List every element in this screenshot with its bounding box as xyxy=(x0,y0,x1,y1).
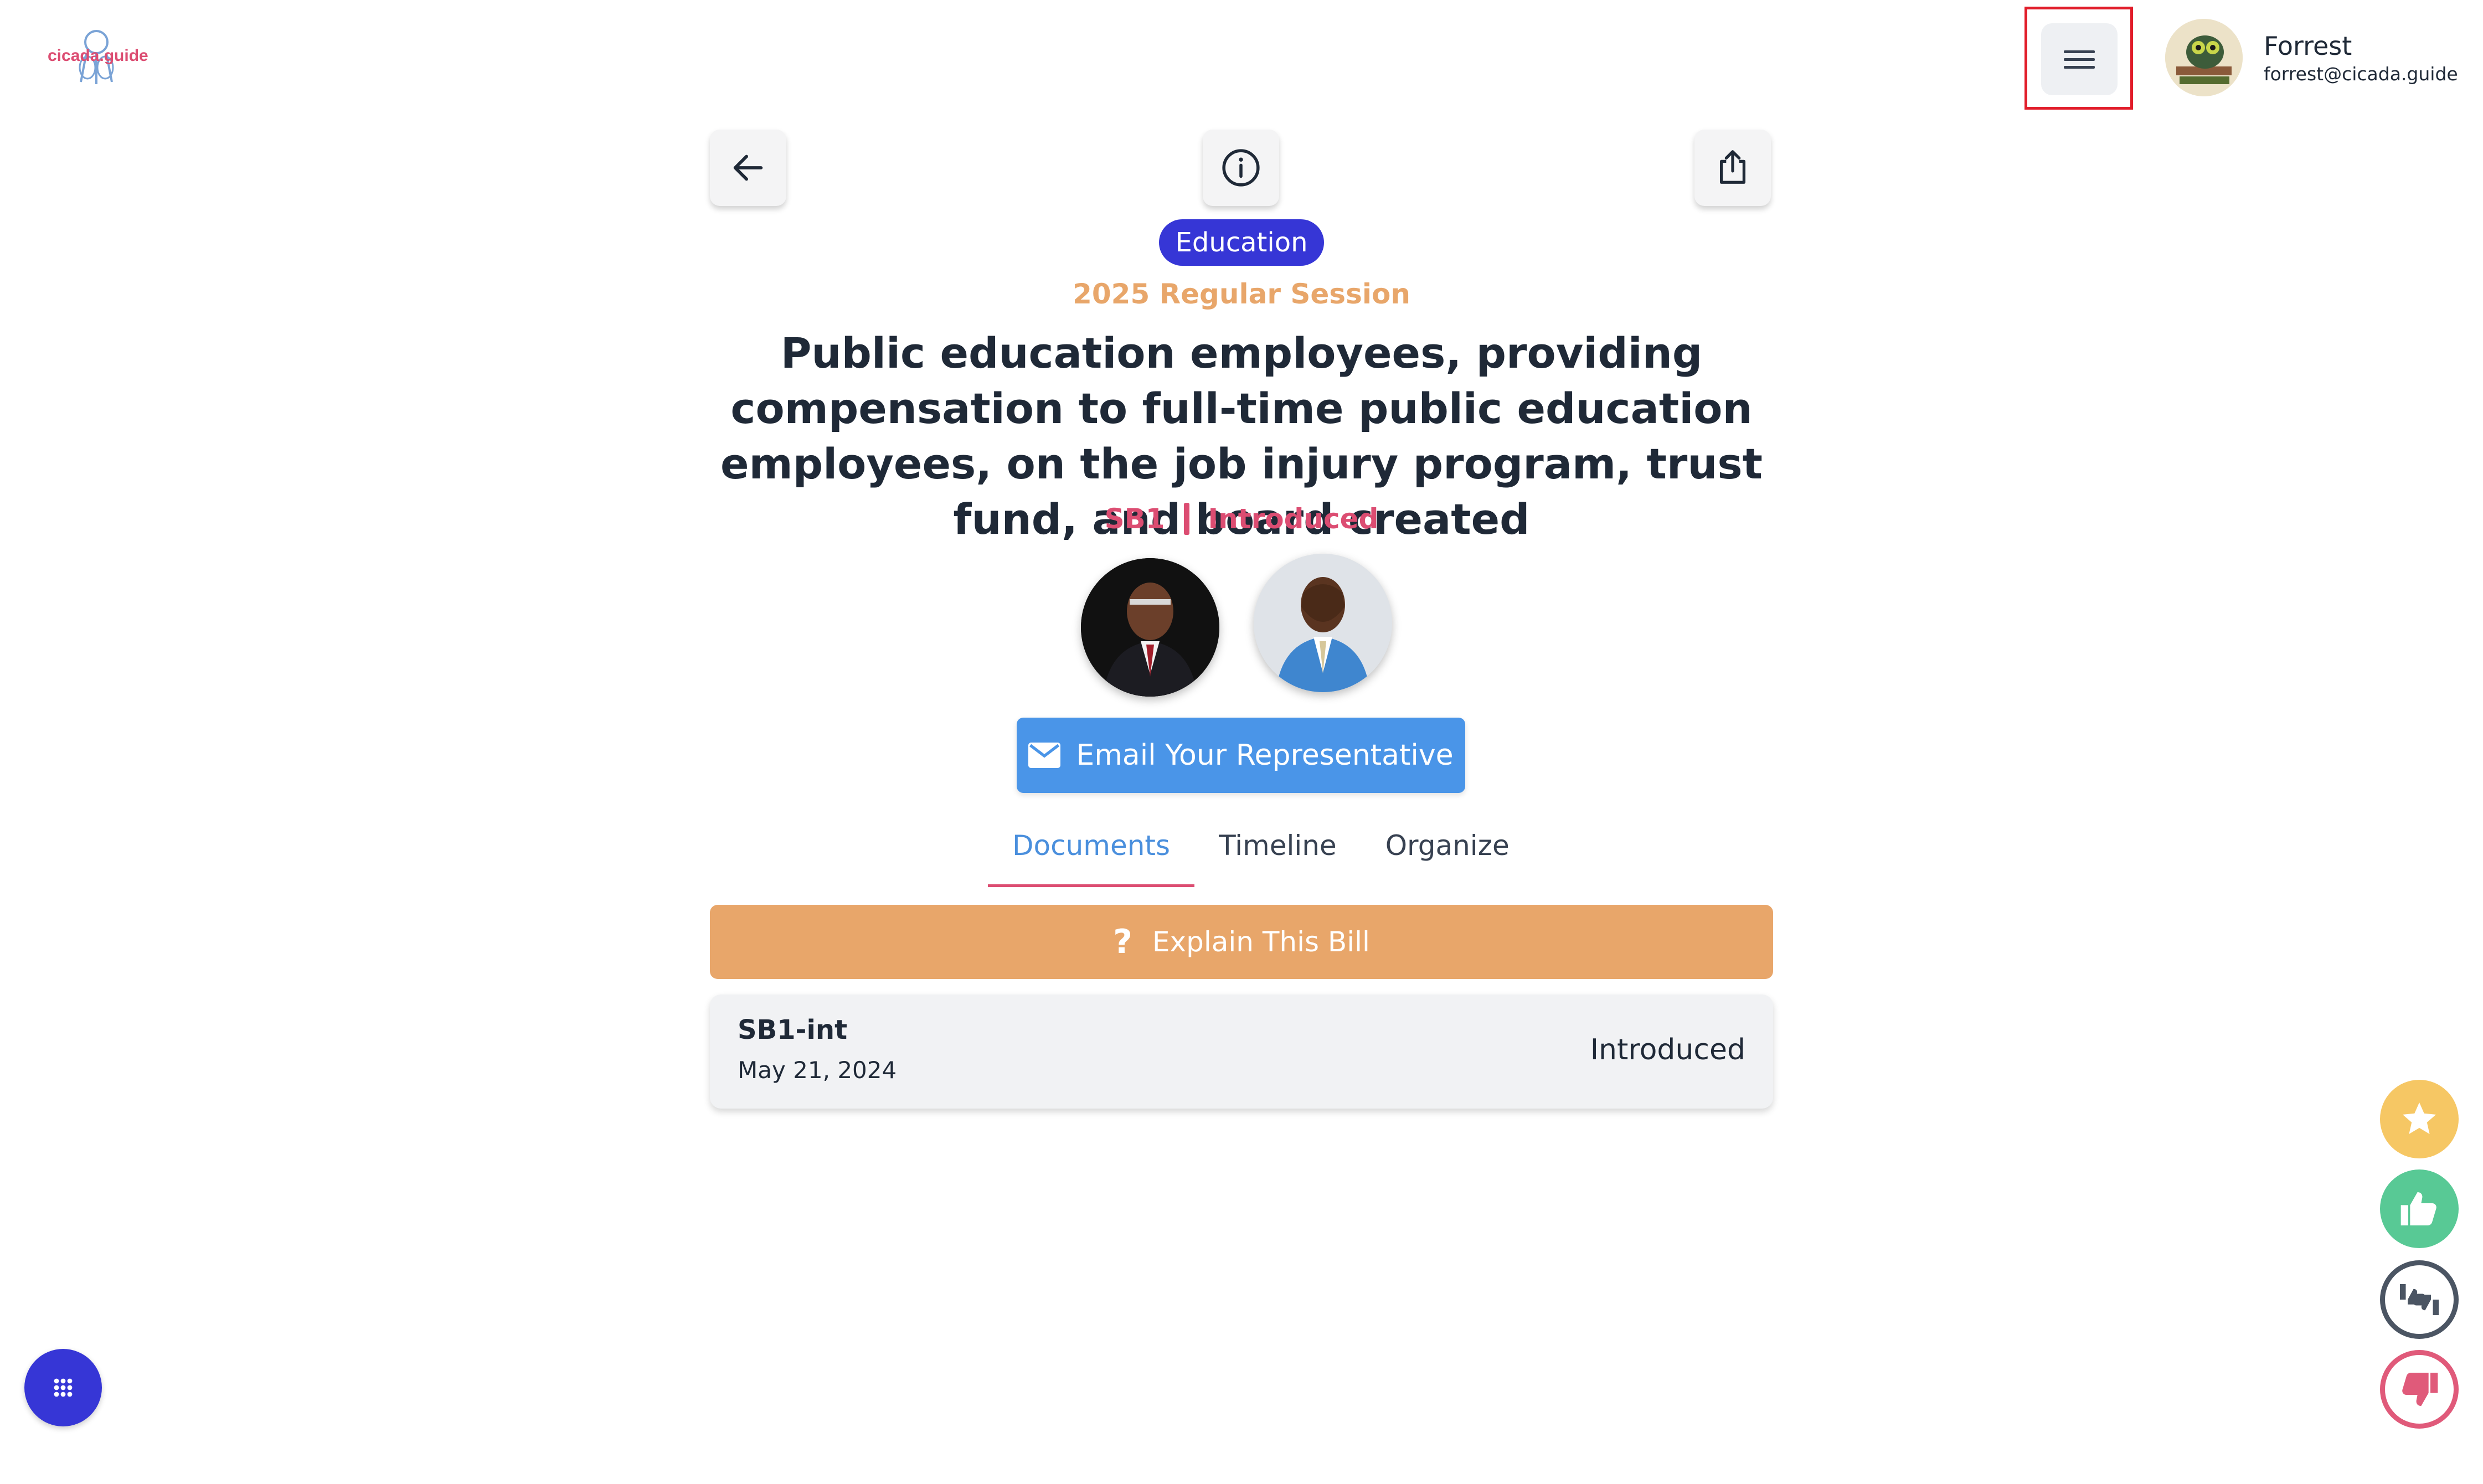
thumbs-mixed-icon xyxy=(2400,1284,2439,1315)
document-name: SB1-int xyxy=(738,1014,848,1045)
thumbs-up-button[interactable] xyxy=(2380,1169,2459,1248)
apps-grid-button[interactable] xyxy=(24,1349,102,1426)
user-email: forrest@cicada.guide xyxy=(2264,63,2458,85)
star-button[interactable] xyxy=(2380,1080,2459,1158)
email-representative-button[interactable]: Email Your Representative xyxy=(1017,718,1465,793)
bill-status: Introduced xyxy=(1208,503,1379,535)
thumbs-down-button[interactable] xyxy=(2380,1350,2459,1429)
tab-organize[interactable]: Organize xyxy=(1361,829,1534,887)
thumbs-down-icon xyxy=(2402,1373,2438,1406)
thumbs-mixed-button[interactable] xyxy=(2380,1260,2459,1339)
menu-button[interactable] xyxy=(2041,23,2118,95)
arrow-left-icon xyxy=(733,154,763,181)
document-card[interactable]: SB1-int May 21, 2024 Introduced xyxy=(710,995,1773,1109)
user-name: Forrest xyxy=(2264,31,2352,61)
email-button-label: Email Your Representative xyxy=(1076,739,1454,772)
document-date: May 21, 2024 xyxy=(738,1057,897,1084)
dots-grid-icon xyxy=(54,1378,73,1397)
mail-icon xyxy=(1028,743,1061,768)
tab-documents[interactable]: Documents xyxy=(988,829,1195,887)
category-badge[interactable]: Education xyxy=(1159,219,1324,266)
explain-label: Explain This Bill xyxy=(1152,926,1370,958)
share-icon xyxy=(1719,150,1746,184)
tab-bar: Documents Timeline Organize xyxy=(988,829,1510,887)
star-icon xyxy=(2403,1102,2436,1134)
bill-meta: SB1 Introduced xyxy=(909,503,1574,535)
question-icon: ? xyxy=(1113,923,1132,961)
hamburger-menu-icon xyxy=(2064,50,2095,69)
info-icon xyxy=(1222,149,1260,187)
share-button[interactable] xyxy=(1694,130,1771,206)
cicada-guide-logo[interactable]: cicada.guide xyxy=(48,29,148,86)
back-button[interactable] xyxy=(710,130,786,206)
sponsor-avatar[interactable] xyxy=(1254,554,1392,692)
avatar[interactable] xyxy=(2165,19,2243,96)
explain-bill-button[interactable]: ? Explain This Bill xyxy=(710,905,1773,979)
document-status: Introduced xyxy=(1590,1033,1745,1066)
bill-number: SB1 xyxy=(1104,503,1165,535)
sponsor-avatar[interactable] xyxy=(1081,558,1219,697)
tab-timeline[interactable]: Timeline xyxy=(1194,829,1361,887)
session-label: 2025 Regular Session xyxy=(1073,278,1410,310)
meta-divider xyxy=(1183,503,1189,535)
thumbs-up-icon xyxy=(2400,1192,2436,1225)
logo-text: cicada.guide xyxy=(48,47,148,65)
info-button[interactable] xyxy=(1203,130,1279,206)
